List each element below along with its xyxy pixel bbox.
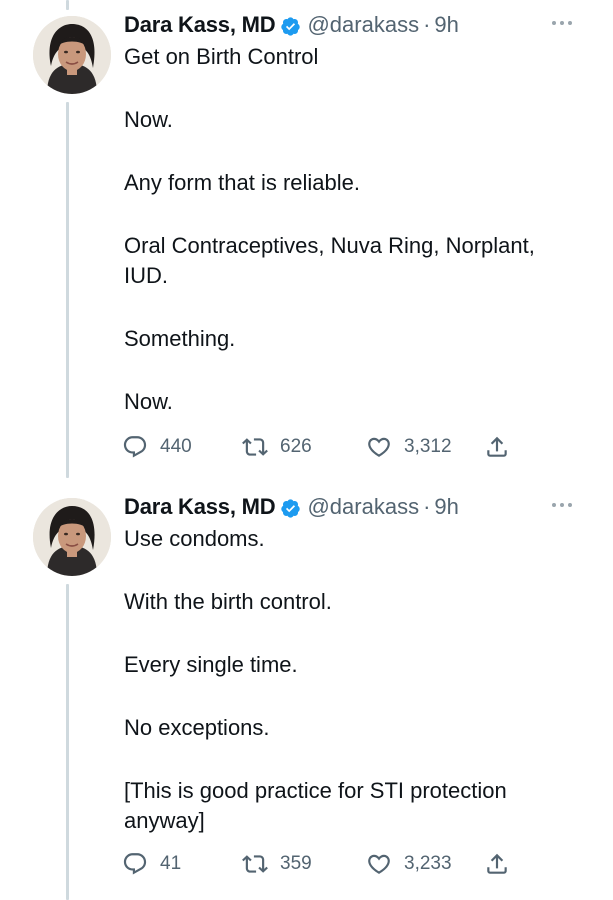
tweet-actions: 440 626 3,312 — [122, 432, 522, 462]
like-count: 3,312 — [404, 436, 452, 457]
like-count: 3,233 — [404, 853, 452, 874]
retweet-count: 359 — [280, 853, 312, 874]
tweet[interactable]: Dara Kass, MD @darakass · 9h Use condoms… — [0, 492, 613, 892]
retweet-icon — [242, 855, 268, 873]
tweet-paragraph: Use condoms. — [124, 526, 265, 551]
tweet-timestamp[interactable]: 9h — [434, 492, 458, 522]
author-name[interactable]: Dara Kass, MD — [124, 10, 276, 40]
tweet-actions: 41 359 3,233 — [122, 849, 522, 879]
retweet-icon — [242, 438, 268, 456]
reply-icon — [123, 436, 147, 458]
reply-icon — [123, 853, 147, 875]
tweet-paragraph: Get on Birth Control — [124, 44, 319, 69]
tweet-paragraph: Every single time. — [124, 652, 298, 677]
verified-badge-icon — [280, 497, 301, 518]
reply-button[interactable]: 440 — [122, 432, 192, 462]
tweet-text: Get on Birth Control Now. Any form that … — [124, 42, 584, 417]
tweet-timestamp[interactable]: 9h — [434, 10, 458, 40]
author-handle[interactable]: @darakass — [307, 492, 419, 522]
separator-dot: · — [423, 494, 431, 519]
reply-count: 440 — [160, 436, 192, 457]
tweet[interactable]: Dara Kass, MD @darakass · 9h Get on Birt… — [0, 10, 613, 470]
retweet-count: 626 — [280, 436, 312, 457]
heart-icon — [368, 854, 390, 874]
like-button[interactable]: 3,312 — [366, 432, 452, 462]
author-name[interactable]: Dara Kass, MD — [124, 492, 276, 522]
heart-icon — [368, 437, 390, 457]
tweet-text: Use condoms. With the birth control. Eve… — [124, 524, 584, 836]
share-icon — [487, 436, 507, 457]
retweet-button[interactable]: 626 — [242, 432, 312, 462]
tweet-paragraph: Oral Contraceptives, Nuva Ring, Norplant… — [124, 233, 535, 288]
reply-count: 41 — [160, 853, 182, 874]
separator-dot: · — [423, 12, 431, 37]
more-options-icon[interactable] — [549, 498, 575, 512]
avatar[interactable] — [33, 498, 111, 576]
share-icon — [487, 853, 507, 874]
tweet-paragraph: Any form that is reliable. — [124, 170, 360, 195]
retweet-button[interactable]: 359 — [242, 849, 312, 879]
thread-line-top — [66, 0, 69, 10]
tweet-paragraph: Something. — [124, 326, 236, 351]
share-button[interactable] — [484, 849, 522, 879]
share-button[interactable] — [484, 432, 522, 462]
tweet-paragraph: Now. — [124, 389, 173, 414]
tweet-header: Dara Kass, MD @darakass · 9h — [124, 10, 459, 40]
more-options-icon[interactable] — [549, 16, 575, 30]
tweet-paragraph: No exceptions. — [124, 715, 270, 740]
author-handle[interactable]: @darakass — [307, 10, 419, 40]
like-button[interactable]: 3,233 — [366, 849, 452, 879]
avatar[interactable] — [33, 16, 111, 94]
reply-button[interactable]: 41 — [122, 849, 181, 879]
tweet-paragraph: [This is good practice for STI protectio… — [124, 778, 507, 833]
tweet-header: Dara Kass, MD @darakass · 9h — [124, 492, 459, 522]
tweet-paragraph: With the birth control. — [124, 589, 332, 614]
verified-badge-icon — [280, 15, 301, 36]
tweet-paragraph: Now. — [124, 107, 173, 132]
